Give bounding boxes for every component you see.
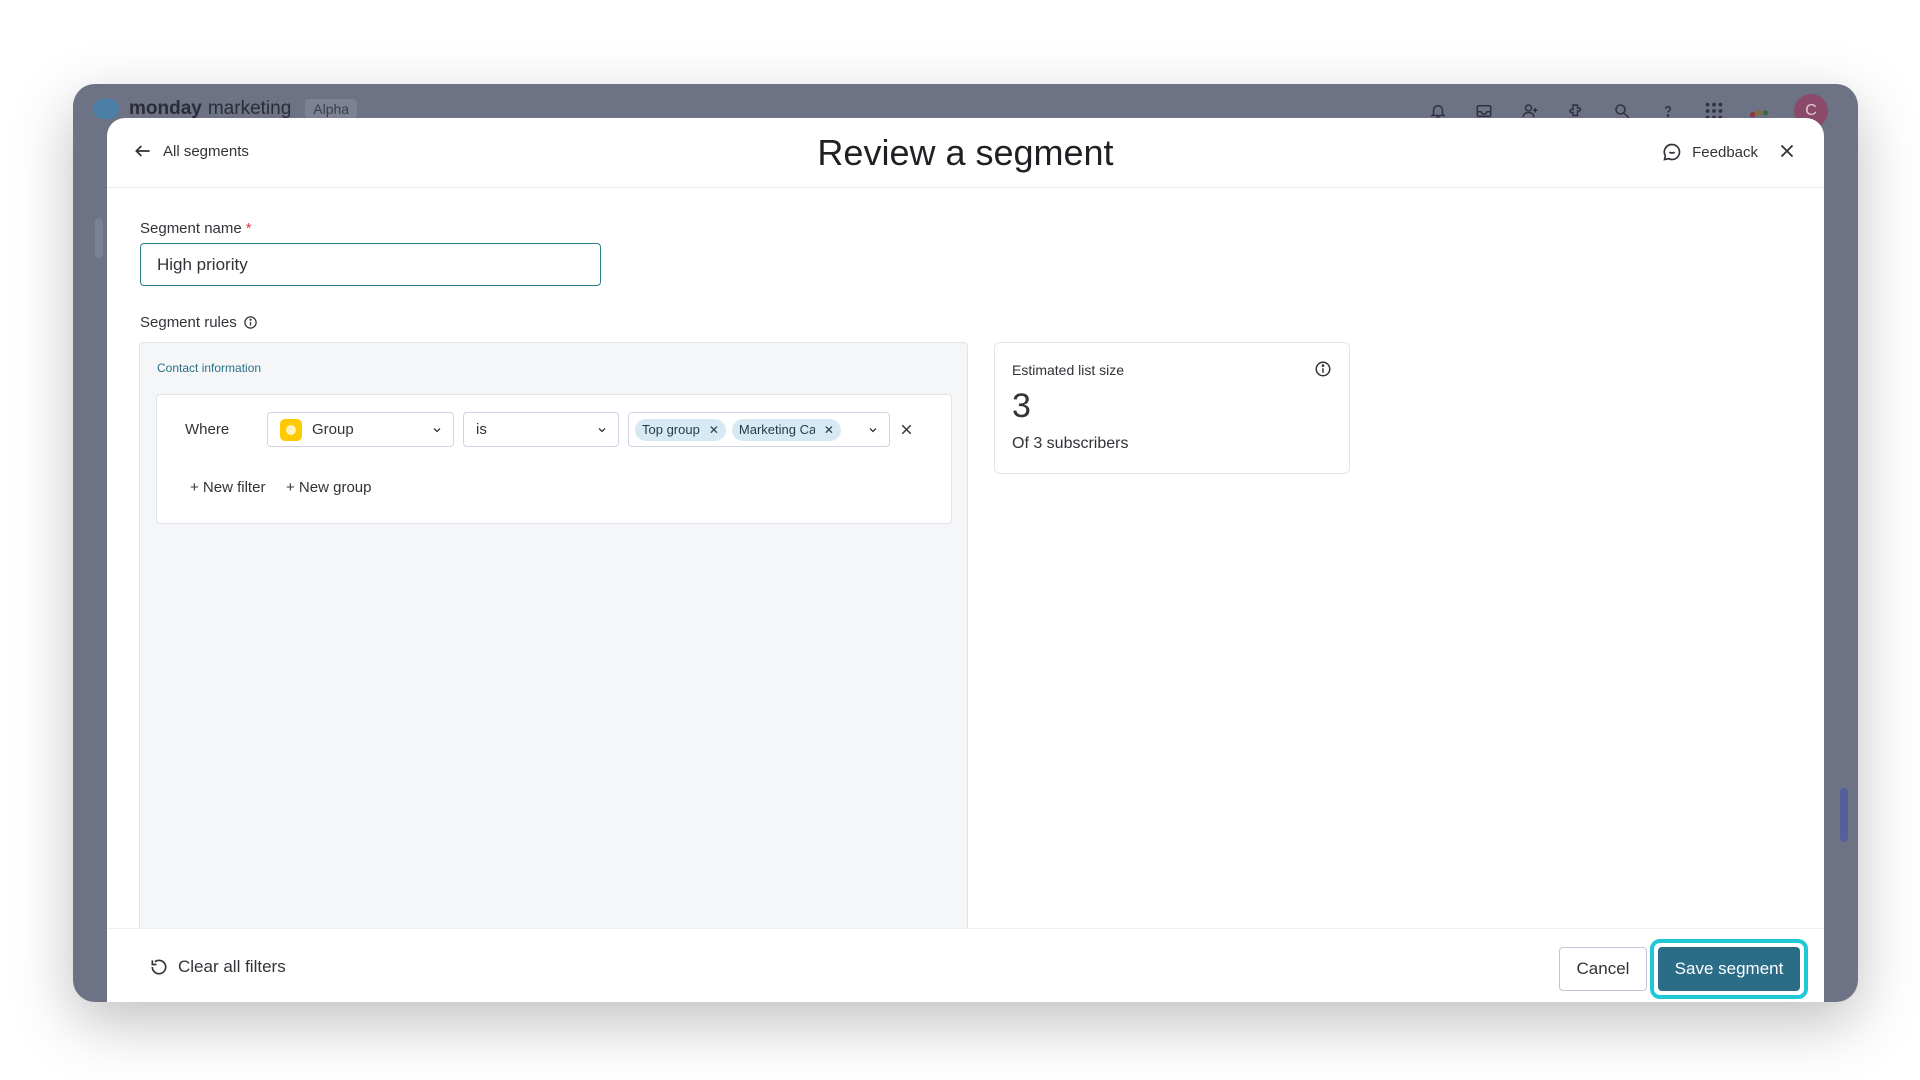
chevron-down-icon <box>598 428 606 433</box>
segment-rules-panel: Contact information Where Group is Top g… <box>139 342 968 932</box>
save-button-highlight: Save segment <box>1650 939 1808 999</box>
new-filter-button[interactable]: + New filter <box>190 479 265 496</box>
estimated-list-size-title: Estimated list size <box>1012 362 1125 378</box>
group-column-icon <box>280 418 302 441</box>
remove-filter-icon[interactable] <box>898 421 915 438</box>
clear-all-filters-label: Clear all filters <box>178 957 286 976</box>
new-group-button[interactable]: + New group <box>286 479 371 496</box>
operator-select[interactable]: is <box>463 412 619 447</box>
remove-chip-icon[interactable]: ✕ <box>824 423 834 437</box>
cancel-button[interactable]: Cancel <box>1559 947 1647 991</box>
contact-information-section-title: Contact information <box>157 361 262 375</box>
filter-group-card: Where Group is Top group ✕ Marketing Ca … <box>156 394 952 524</box>
segment-name-label-text: Segment name <box>140 220 242 237</box>
clear-all-filters-button[interactable]: Clear all filters <box>149 957 286 977</box>
info-icon[interactable] <box>243 315 258 330</box>
column-select[interactable]: Group <box>267 412 454 447</box>
segment-rules-label-text: Segment rules <box>140 314 237 331</box>
value-chip: Marketing Ca ✕ <box>731 418 841 441</box>
close-icon[interactable] <box>1776 140 1798 162</box>
value-chip-label: Top group <box>642 422 700 437</box>
feedback-button[interactable]: Feedback <box>1662 142 1758 162</box>
monday-marketing-logo-icon <box>93 99 119 119</box>
modal-header: All segments Review a segment Feedback <box>107 118 1824 188</box>
segment-name-input[interactable] <box>140 243 601 286</box>
chevron-down-icon <box>869 428 877 433</box>
brand-name: monday <box>129 98 202 119</box>
segment-name-label: Segment name * <box>140 220 252 237</box>
sidebar-strip <box>95 218 103 258</box>
where-label: Where <box>185 421 230 438</box>
save-segment-button[interactable]: Save segment <box>1658 947 1800 991</box>
subscribers-total: Of 3 subscribers <box>1012 435 1129 452</box>
chevron-down-icon <box>433 428 441 433</box>
estimated-count: 3 <box>1012 387 1031 425</box>
scrollbar[interactable] <box>1840 788 1848 842</box>
operator-select-value: is <box>476 421 487 438</box>
segment-rules-label: Segment rules <box>140 314 258 331</box>
values-multiselect[interactable]: Top group ✕ Marketing Ca ✕ <box>628 412 890 447</box>
feedback-label: Feedback <box>1692 143 1758 161</box>
estimated-list-size-card: Estimated list size 3 Of 3 subscribers <box>994 342 1350 474</box>
modal-footer: Clear all filters Cancel Save segment <box>107 928 1824 1002</box>
info-icon[interactable] <box>1314 360 1332 378</box>
brand-product: marketing <box>207 98 292 119</box>
column-select-value: Group <box>312 421 354 438</box>
review-segment-modal: All segments Review a segment Feedback S… <box>107 118 1824 1002</box>
remove-chip-icon[interactable]: ✕ <box>709 423 719 437</box>
reset-icon <box>151 959 167 975</box>
page-title: Review a segment <box>817 132 1114 173</box>
alpha-badge: Alpha <box>305 99 358 119</box>
feedback-chat-icon <box>1663 143 1681 161</box>
value-chip: Top group ✕ <box>635 418 726 441</box>
value-chip-label: Marketing Ca <box>738 422 815 437</box>
required-mark: * <box>245 220 252 237</box>
